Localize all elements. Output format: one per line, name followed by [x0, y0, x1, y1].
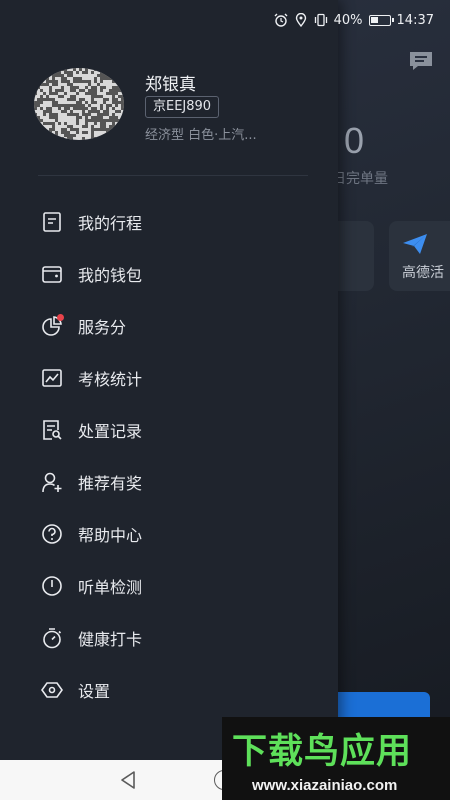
- line-chart-icon: [42, 369, 62, 387]
- paper-plane-icon: [403, 234, 427, 254]
- watermark: 下载鸟应用 www.xiazainiao.com: [222, 717, 450, 800]
- driver-name: 郑银真: [145, 75, 196, 95]
- menu-item-label: 听单检测: [78, 578, 143, 597]
- menu-item-help-center[interactable]: 帮助中心: [0, 508, 338, 560]
- help-icon: [42, 524, 62, 544]
- record-icon: [43, 420, 62, 440]
- menu-item-label: 我的行程: [78, 214, 143, 233]
- menu-item-disposal-records[interactable]: 处置记录: [0, 404, 338, 456]
- menu-item-order-detection[interactable]: 听单检测: [0, 560, 338, 612]
- watermark-url: www.xiazainiao.com: [252, 777, 398, 794]
- menu-item-label: 考核统计: [78, 370, 143, 389]
- order-count: 0: [344, 120, 365, 161]
- car-info: 经济型 白色·上汽...: [145, 128, 257, 143]
- profile-header[interactable]: 郑银真 京EEJ890 经济型 白色·上汽...: [34, 68, 334, 148]
- message-icon[interactable]: [408, 50, 434, 72]
- menu-item-label: 设置: [78, 682, 111, 701]
- menu-item-label: 帮助中心: [78, 526, 143, 545]
- menu-item-wallet[interactable]: 我的钱包: [0, 248, 338, 300]
- menu-item-service-score[interactable]: 服务分: [0, 300, 338, 352]
- menu-item-my-trips[interactable]: 我的行程: [0, 196, 338, 248]
- alarm-icon: [274, 13, 288, 27]
- menu-item-label: 推荐有奖: [78, 474, 143, 493]
- status-bar: 40% 14:37: [0, 0, 450, 40]
- clock-icon: [42, 576, 62, 596]
- add-user-icon: [42, 472, 62, 493]
- menu-item-assessment-stats[interactable]: 考核统计: [0, 352, 338, 404]
- menu-item-settings[interactable]: 设置: [0, 664, 338, 716]
- back-icon[interactable]: [119, 770, 137, 790]
- notification-badge: [57, 314, 64, 321]
- vibrate-icon: [314, 13, 327, 27]
- feature-card-label: 高德活: [402, 265, 444, 281]
- divider: [38, 175, 308, 176]
- menu-item-label: 我的钱包: [78, 266, 143, 285]
- menu-item-label: 处置记录: [78, 422, 143, 441]
- stopwatch-icon: [43, 628, 62, 649]
- location-icon: [295, 13, 306, 27]
- battery-icon: [368, 14, 394, 26]
- avatar[interactable]: [34, 68, 124, 140]
- drawer-menu: 我的行程 我的钱包 服务分 考核统计 处置记录 推荐有奖 帮助中心 听单检测 健…: [0, 196, 338, 716]
- trip-list-icon: [43, 212, 61, 232]
- menu-item-label: 服务分: [78, 318, 127, 337]
- clock-time: 14:37: [396, 12, 434, 28]
- menu-item-referral[interactable]: 推荐有奖: [0, 456, 338, 508]
- license-plate: 京EEJ890: [145, 96, 220, 118]
- wallet-icon: [42, 266, 62, 283]
- menu-item-label: 健康打卡: [78, 630, 143, 649]
- watermark-title: 下载鸟应用: [232, 732, 413, 772]
- order-count-label: 日完单量: [332, 171, 388, 187]
- battery-percent: 40%: [333, 12, 363, 28]
- navigation-drawer: 郑银真 京EEJ890 经济型 白色·上汽... 我的行程 我的钱包 服务分 考…: [0, 0, 338, 760]
- menu-item-health-checkin[interactable]: 健康打卡: [0, 612, 338, 664]
- settings-icon: [41, 682, 63, 698]
